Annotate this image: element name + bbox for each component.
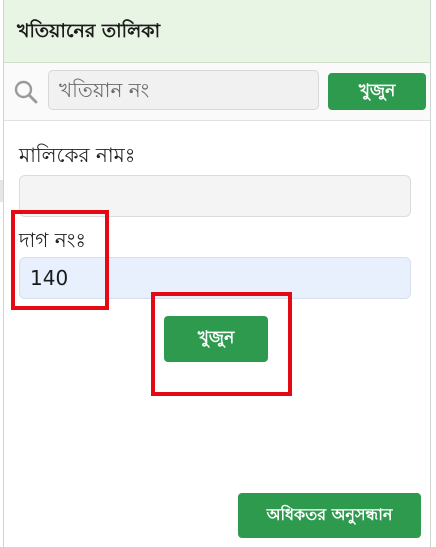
search-icon [14, 80, 38, 104]
owner-name-field[interactable] [19, 175, 411, 217]
panel-title: খতিয়ানের তালিকা [17, 20, 161, 42]
owner-name-label: মালিকের নামঃ [19, 143, 136, 167]
panel-header: খতিয়ানের তালিকা [4, 0, 430, 63]
advanced-search-button[interactable]: অধিকতর অনুসন্ধান [238, 493, 421, 538]
khatian-list-panel: খতিয়ানের তালিকা খুজুন মালিকের নামঃ দাগ … [3, 0, 431, 547]
search-row: খুজুন [4, 63, 430, 121]
plot-number-label: দাগ নংঃ [19, 228, 86, 252]
search-button[interactable]: খুজুন [328, 73, 426, 110]
find-button[interactable]: খুজুন [164, 316, 268, 362]
khatian-search-input[interactable] [48, 70, 319, 110]
plot-number-field[interactable]: 140 [19, 257, 411, 299]
